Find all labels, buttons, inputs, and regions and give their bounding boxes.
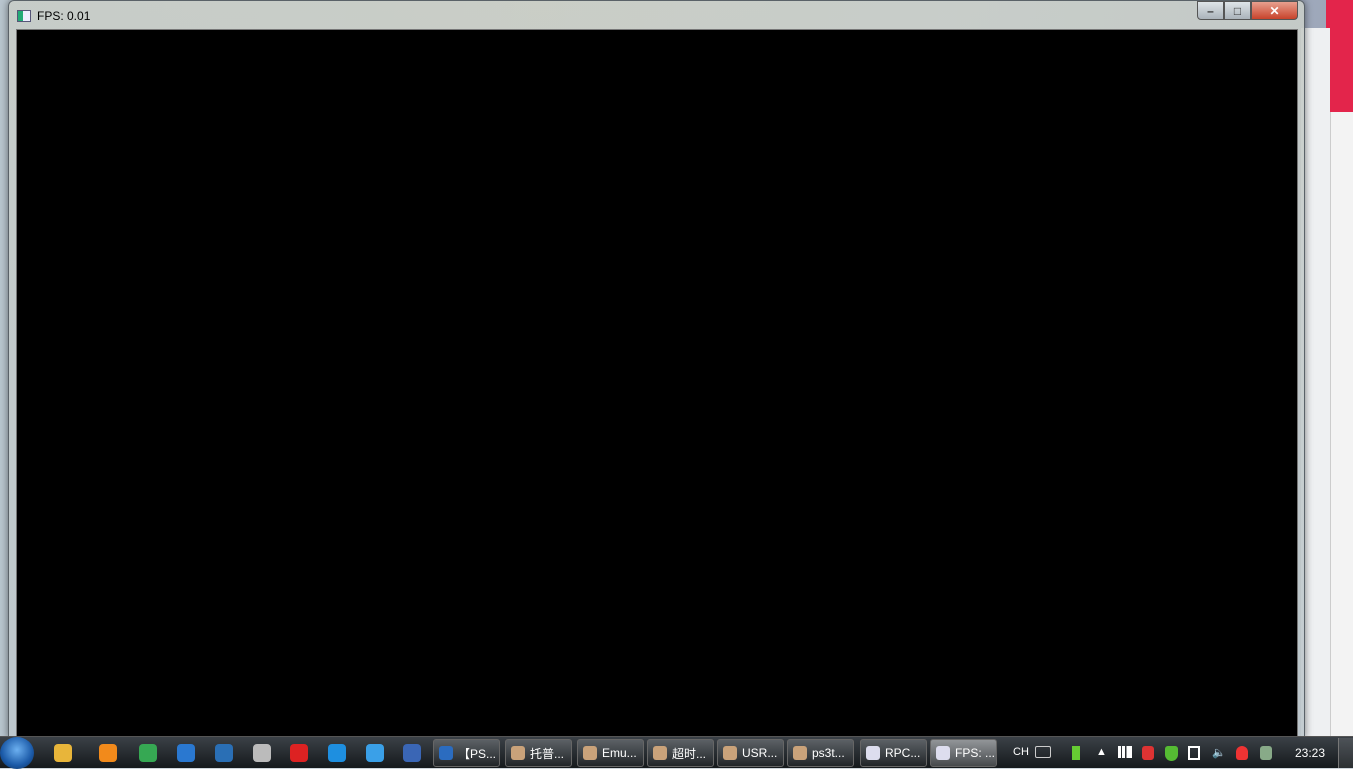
minimize-button[interactable]: – (1197, 1, 1224, 20)
task-label: FPS: ... (955, 746, 996, 760)
maximize-button[interactable]: □ (1224, 1, 1251, 20)
pinned-media-reel-icon[interactable] (253, 744, 271, 762)
taskbar-button[interactable]: Emu... (577, 739, 644, 767)
safely-remove-icon[interactable] (1260, 746, 1272, 760)
power-icon[interactable] (1188, 746, 1200, 760)
pinned-baidu-cloud-icon[interactable] (328, 744, 346, 762)
pinned-colorful-app-icon[interactable] (54, 744, 72, 762)
pinned-cloud-app-icon[interactable] (366, 744, 384, 762)
task-app-icon (653, 746, 667, 760)
taskbar-button[interactable]: USR... (717, 739, 784, 767)
app-icon (17, 10, 31, 22)
taskbar-button[interactable]: 超时... (647, 739, 714, 767)
show-desktop-button[interactable] (1338, 738, 1353, 768)
taskbar-button[interactable]: RPC... (860, 739, 927, 767)
show-hidden-icons-icon[interactable]: ▲ (1096, 746, 1107, 758)
language-indicator[interactable]: CH (1013, 746, 1029, 758)
task-label: 托普... (530, 746, 565, 761)
task-app-icon (511, 746, 525, 760)
task-app-icon (583, 746, 597, 760)
taskbar: 【PS... 托普... Emu... 超时... USR... ps3t... RPC..… (0, 736, 1353, 769)
pinned-chrome-icon[interactable] (139, 744, 157, 762)
task-app-icon (723, 746, 737, 760)
security-shield-icon[interactable] (1165, 746, 1178, 761)
task-label: ps3t... (812, 746, 845, 760)
signal-icon[interactable] (1118, 746, 1132, 758)
taskbar-button[interactable]: FPS: ... (930, 739, 997, 767)
keyboard-icon[interactable] (1035, 746, 1051, 758)
render-canvas[interactable] (16, 29, 1298, 737)
task-app-icon (793, 746, 807, 760)
task-label: USR... (742, 746, 778, 760)
pinned-pencil-app-icon[interactable] (215, 744, 233, 762)
usb-icon[interactable] (1072, 746, 1080, 760)
task-app-icon (866, 746, 880, 760)
task-label: 【PS... (458, 746, 497, 761)
background-window-scroll (1330, 112, 1353, 736)
fps-window: FPS: 0.01 – □ ✕ (8, 0, 1305, 738)
pinned-ie-blue-app-icon[interactable] (177, 744, 195, 762)
task-label: 超时... (672, 746, 707, 761)
network-error-icon[interactable] (1142, 746, 1154, 760)
clock[interactable]: 23:23 (1295, 746, 1325, 760)
task-app-icon (439, 746, 453, 760)
task-app-icon (936, 746, 950, 760)
background-app-panel (1326, 0, 1353, 112)
pinned-paint-app-icon[interactable] (99, 744, 117, 762)
start-button[interactable] (0, 737, 34, 769)
pinned-five-app-icon[interactable] (403, 744, 421, 762)
window-title: FPS: 0.01 (37, 9, 91, 23)
close-button[interactable]: ✕ (1251, 1, 1298, 20)
title-bar[interactable]: FPS: 0.01 (17, 7, 90, 25)
pinned-video-player-icon[interactable] (290, 744, 308, 762)
qq-icon[interactable] (1236, 746, 1248, 760)
taskbar-button[interactable]: 【PS... (433, 739, 500, 767)
taskbar-button[interactable]: 托普... (505, 739, 572, 767)
task-label: Emu... (602, 746, 637, 760)
volume-icon[interactable]: 🔈 (1212, 746, 1226, 759)
taskbar-button[interactable]: ps3t... (787, 739, 854, 767)
task-label: RPC... (885, 746, 921, 760)
